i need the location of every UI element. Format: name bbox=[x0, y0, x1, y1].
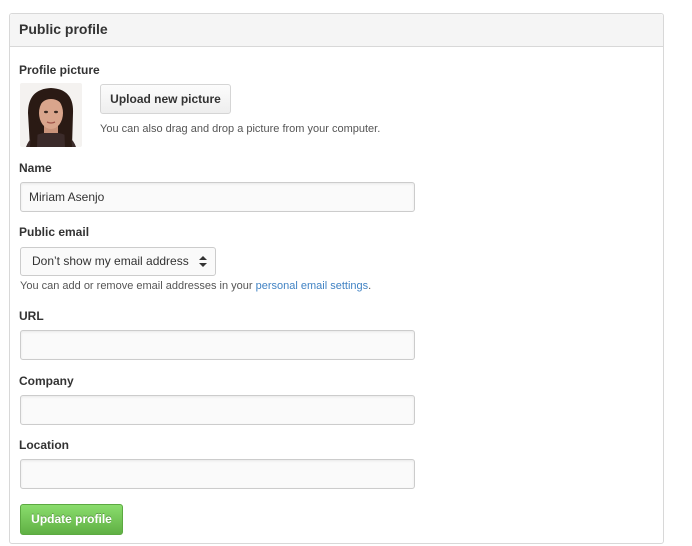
update-profile-button[interactable]: Update profile bbox=[20, 504, 123, 535]
select-arrows-icon bbox=[199, 256, 207, 267]
public-email-hint: You can add or remove email addresses in… bbox=[20, 280, 371, 292]
public-email-selected-value: Don’t show my email address bbox=[32, 254, 189, 268]
name-label: Name bbox=[19, 161, 52, 175]
public-email-hint-suffix: . bbox=[368, 280, 372, 292]
upload-new-picture-button[interactable]: Upload new picture bbox=[100, 84, 231, 114]
public-profile-panel: Public profile Profile picture Upload ne… bbox=[9, 13, 664, 544]
profile-picture-hint: You can also drag and drop a picture fro… bbox=[100, 123, 381, 135]
public-email-select[interactable]: Don’t show my email address bbox=[20, 247, 216, 276]
location-label: Location bbox=[19, 438, 69, 452]
company-input[interactable] bbox=[20, 395, 415, 425]
avatar bbox=[20, 83, 82, 147]
location-input[interactable] bbox=[20, 459, 415, 489]
personal-email-settings-link[interactable]: personal email settings bbox=[256, 280, 369, 292]
avatar-photo bbox=[20, 83, 82, 147]
panel-title: Public profile bbox=[10, 14, 663, 47]
url-input[interactable] bbox=[20, 330, 415, 360]
public-email-hint-prefix: You can add or remove email addresses in… bbox=[20, 280, 256, 292]
profile-picture-label: Profile picture bbox=[19, 63, 100, 77]
public-email-label: Public email bbox=[19, 225, 90, 239]
name-input[interactable] bbox=[20, 182, 415, 212]
company-label: Company bbox=[19, 374, 74, 388]
url-label: URL bbox=[19, 309, 44, 323]
